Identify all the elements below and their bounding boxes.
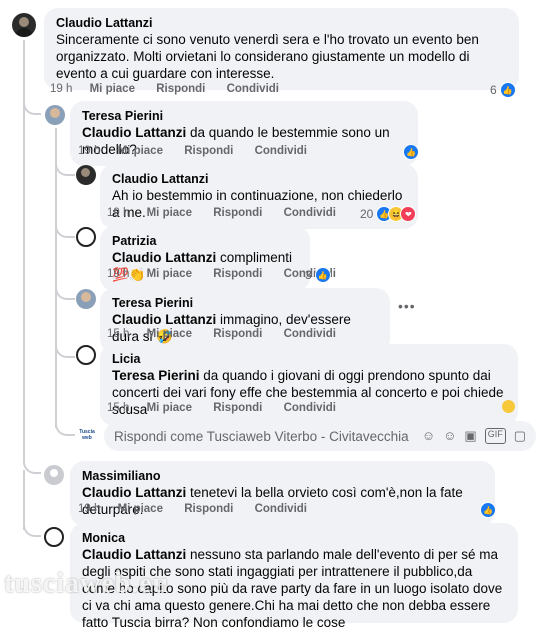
- share-button[interactable]: Condividi: [284, 402, 336, 414]
- thread-connector: [55, 420, 75, 436]
- comment-actions: 19 h Mi piace Rispondi Condividi: [107, 207, 354, 219]
- avatar[interactable]: [44, 527, 64, 547]
- reaction-summary[interactable]: 👍: [480, 502, 496, 518]
- thread-connector: [55, 158, 75, 176]
- share-button[interactable]: Condividi: [255, 503, 307, 515]
- reply-button[interactable]: Rispondi: [213, 328, 262, 340]
- avatar[interactable]: [76, 165, 96, 185]
- avatar[interactable]: [76, 227, 96, 247]
- reaction-count: 6: [490, 83, 497, 97]
- thread-line: [55, 128, 57, 428]
- comment-author[interactable]: Massimiliano: [82, 468, 483, 484]
- reply-button[interactable]: Rispondi: [213, 268, 262, 280]
- share-button[interactable]: Condividi: [227, 83, 279, 95]
- comment-actions: 15 h Mi piace Rispondi Condividi: [107, 328, 354, 340]
- timestamp[interactable]: 15 h: [107, 328, 129, 340]
- reply-button[interactable]: Rispondi: [213, 402, 262, 414]
- reply-button[interactable]: Rispondi: [156, 83, 205, 95]
- avatar[interactable]: [76, 289, 96, 309]
- timestamp[interactable]: 19 h: [107, 268, 129, 280]
- timestamp[interactable]: 19 h: [78, 145, 100, 157]
- like-icon: 👍: [480, 502, 496, 518]
- reaction-count: 3: [305, 268, 312, 282]
- avatar[interactable]: [12, 13, 36, 37]
- like-button[interactable]: Mi piace: [147, 268, 192, 280]
- watermark: tusciaweb.eu: [4, 568, 170, 599]
- timestamp[interactable]: 19 h: [78, 503, 100, 515]
- like-button[interactable]: Mi piace: [118, 503, 163, 515]
- comment-author[interactable]: Teresa Pierini: [82, 108, 406, 124]
- reply-placeholder: Rispondi come Tusciaweb Viterbo - Civita…: [114, 428, 409, 444]
- comment-text: Sinceramente ci sono venuto venerdì sera…: [56, 32, 479, 81]
- mention-tag[interactable]: Claudio Lattanzi: [82, 485, 186, 500]
- comment-bubble: Claudio Lattanzi Sinceramente ci sono ve…: [44, 8, 519, 90]
- sticker-icon[interactable]: ☺: [422, 428, 435, 444]
- page-avatar: Tuscia web: [76, 424, 98, 446]
- gif-icon[interactable]: GIF: [484, 428, 506, 444]
- more-icon[interactable]: •••: [398, 298, 416, 314]
- thread-connector: [23, 452, 41, 474]
- sticker-icon[interactable]: ▢: [514, 428, 526, 444]
- reaction-summary[interactable]: [502, 400, 515, 413]
- page-avatar-label: Tuscia web: [79, 429, 95, 441]
- like-button[interactable]: Mi piace: [147, 402, 192, 414]
- timestamp[interactable]: 19 h: [107, 207, 129, 219]
- share-button[interactable]: Condividi: [255, 145, 307, 157]
- mention-tag[interactable]: Claudio Lattanzi: [112, 312, 216, 327]
- comment-author[interactable]: Licia: [112, 351, 506, 367]
- like-icon: 👍: [499, 82, 516, 98]
- reply-button[interactable]: Rispondi: [184, 145, 233, 157]
- thread-connector: [23, 515, 41, 537]
- mention-tag[interactable]: Teresa Pierini: [112, 368, 200, 383]
- comment-author[interactable]: Claudio Lattanzi: [112, 171, 406, 187]
- reaction-summary[interactable]: 6 👍: [490, 82, 516, 98]
- reaction-summary[interactable]: 20 👍 😆 ❤: [360, 206, 417, 222]
- like-button[interactable]: Mi piace: [90, 83, 135, 95]
- share-button[interactable]: Condividi: [284, 207, 336, 219]
- emoji-icon[interactable]: ☺: [443, 428, 456, 444]
- comment-actions: 19 h Mi piace Rispondi Condividi: [78, 503, 325, 515]
- camera-icon[interactable]: ▣: [464, 428, 476, 444]
- avatar[interactable]: [76, 345, 96, 365]
- reaction-summary[interactable]: 3 👍: [305, 267, 331, 283]
- reaction-summary[interactable]: 👍: [403, 144, 419, 160]
- love-icon: ❤: [400, 206, 417, 222]
- mention-tag[interactable]: Claudio Lattanzi: [82, 547, 186, 562]
- comment-actions: 15 h Mi piace Rispondi Condividi: [107, 402, 354, 414]
- cry-icon: [502, 400, 515, 413]
- like-button[interactable]: Mi piace: [118, 145, 163, 157]
- thread-connector: [55, 340, 75, 358]
- reply-input[interactable]: Rispondi come Tusciaweb Viterbo - Civita…: [104, 421, 536, 451]
- thread-connector: [55, 280, 75, 300]
- comment-bubble: Patrizia Claudio Lattanzi complimenti 💯👏: [100, 226, 310, 291]
- comment-author[interactable]: Teresa Pierini: [112, 295, 378, 311]
- like-icon: 👍: [314, 267, 331, 283]
- reply-button[interactable]: Rispondi: [213, 207, 262, 219]
- share-button[interactable]: Condividi: [284, 328, 336, 340]
- reply-button[interactable]: Rispondi: [184, 503, 233, 515]
- reaction-count: 20: [360, 207, 374, 221]
- comment-bubble: Massimiliano Claudio Lattanzi tenetevi l…: [70, 461, 495, 526]
- comment-actions: 19 h Mi piace Rispondi Condividi: [50, 83, 297, 95]
- like-button[interactable]: Mi piace: [147, 207, 192, 219]
- comment-author[interactable]: Claudio Lattanzi: [56, 15, 507, 31]
- reply-tools: ☺ ☺ ▣ GIF ▢: [422, 428, 526, 444]
- thread-connector: [23, 95, 41, 115]
- like-button[interactable]: Mi piace: [147, 328, 192, 340]
- avatar[interactable]: [44, 465, 64, 485]
- comment-author[interactable]: Patrizia: [112, 233, 298, 249]
- like-icon: 👍: [403, 144, 419, 160]
- thread-connector: [55, 218, 75, 238]
- avatar[interactable]: [45, 105, 65, 125]
- comment-author[interactable]: Monica: [82, 530, 506, 546]
- mention-tag[interactable]: Claudio Lattanzi: [112, 250, 216, 265]
- timestamp[interactable]: 19 h: [50, 83, 72, 95]
- timestamp[interactable]: 15 h: [107, 402, 129, 414]
- mention-tag[interactable]: Claudio Lattanzi: [82, 125, 186, 140]
- comment-actions: 19 h Mi piace Rispondi Condividi: [78, 145, 325, 157]
